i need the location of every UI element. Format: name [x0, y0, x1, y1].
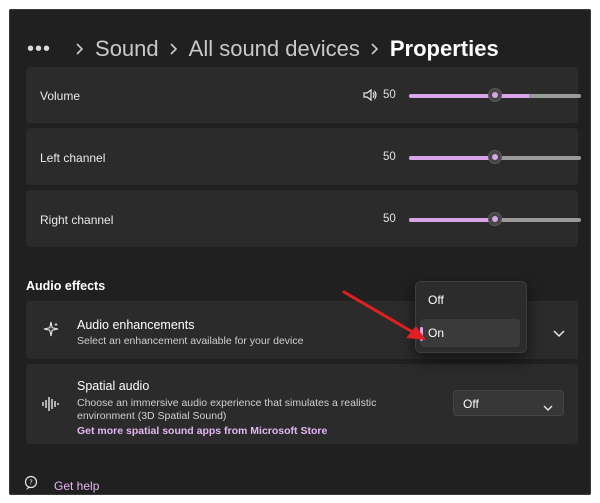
chevron-right-icon — [71, 43, 89, 55]
menu-option-on-label: On — [428, 326, 445, 340]
volume-slider-fill — [409, 94, 495, 98]
svg-text:?: ? — [29, 479, 33, 487]
menu-option-on[interactable]: On — [420, 319, 520, 347]
right-channel-value: 50 — [383, 213, 396, 225]
breadcrumb-sound[interactable]: Sound — [95, 36, 159, 62]
left-channel-slider-fill — [409, 156, 495, 160]
left-channel-row: Left channel 50 — [26, 128, 581, 185]
right-channel-slider-fill — [409, 218, 495, 222]
settings-window: ••• Sound All sound devices Properties V… — [9, 9, 591, 495]
sparkle-icon — [43, 321, 59, 342]
left-channel-slider-thumb[interactable] — [488, 150, 502, 164]
audio-effects-heading: Audio effects — [26, 279, 106, 293]
get-help-link[interactable]: ? Get help — [24, 475, 100, 494]
chevron-right-icon — [366, 43, 384, 55]
right-channel-slider[interactable] — [409, 212, 581, 226]
chevron-right-icon — [165, 43, 183, 55]
chevron-down-icon — [553, 325, 565, 343]
spatial-audio-icon — [42, 396, 60, 417]
get-help-label: Get help — [54, 478, 100, 493]
expand-enhancements-button[interactable] — [540, 301, 578, 359]
microsoft-store-link[interactable]: Get more spatial sound apps from Microso… — [77, 425, 327, 437]
left-channel-value: 50 — [383, 151, 396, 163]
breadcrumb-all-sound-devices[interactable]: All sound devices — [189, 36, 360, 62]
spatial-audio-dropdown[interactable]: Off — [453, 390, 564, 416]
spatial-audio-description-line1: Choose an immersive audio experience tha… — [77, 397, 377, 409]
spatial-audio-description-line2: environment (3D Spatial Sound) — [77, 410, 227, 422]
menu-option-off-label: Off — [428, 293, 444, 307]
annotation-arrow — [342, 290, 426, 340]
volume-row: Volume 50 — [26, 67, 581, 123]
breadcrumb: ••• Sound All sound devices Properties — [27, 34, 499, 64]
help-icon: ? — [24, 475, 40, 494]
more-icon[interactable]: ••• — [27, 38, 51, 61]
right-channel-label: Right channel — [40, 213, 114, 227]
volume-slider[interactable] — [409, 88, 581, 102]
left-channel-label: Left channel — [40, 151, 106, 165]
enhancements-menu: Off On — [415, 281, 527, 353]
speaker-icon[interactable] — [363, 88, 377, 107]
chevron-down-icon — [543, 399, 553, 417]
volume-slider-thumb[interactable] — [488, 88, 502, 102]
spatial-audio-dropdown-value: Off — [463, 397, 479, 411]
left-channel-slider[interactable] — [409, 150, 581, 164]
volume-label: Volume — [40, 89, 81, 103]
audio-enhancements-description: Select an enhancement available for your… — [77, 335, 304, 347]
right-channel-slider-thumb[interactable] — [488, 212, 502, 226]
menu-option-off[interactable]: Off — [420, 286, 520, 314]
audio-enhancements-title: Audio enhancements — [77, 318, 195, 332]
spatial-audio-title: Spatial audio — [77, 379, 150, 393]
right-channel-row: Right channel 50 — [26, 190, 581, 247]
volume-value: 50 — [383, 89, 396, 101]
page-title: Properties — [389, 36, 499, 61]
